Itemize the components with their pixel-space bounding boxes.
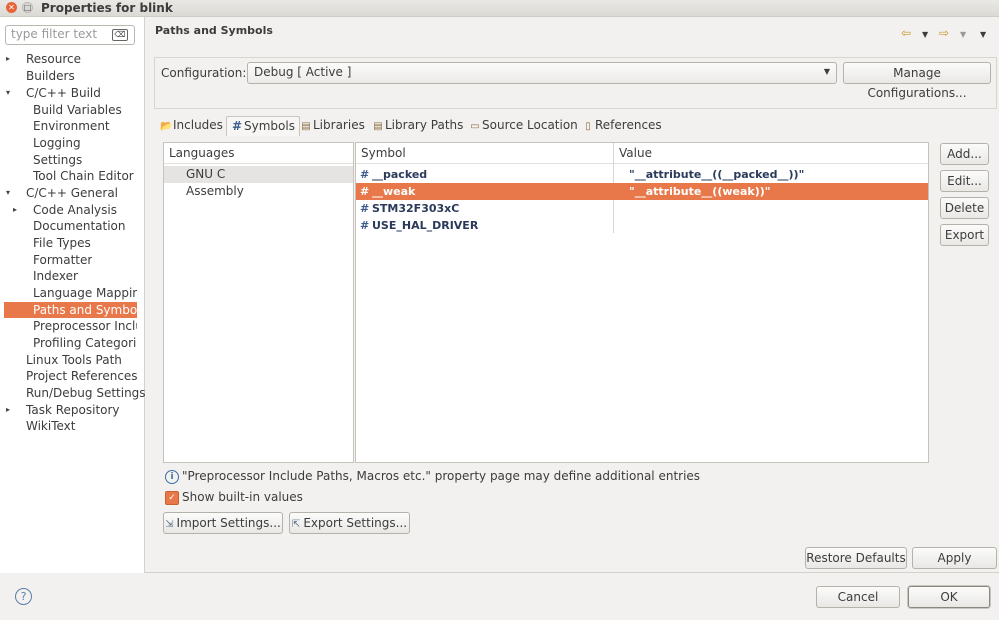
back-menu-chevron-icon[interactable]: ▼ — [922, 28, 928, 42]
expand-arrow-icon[interactable]: ▸ — [6, 51, 10, 67]
table-row-selected[interactable]: # __weak "__attribute__((weak))" — [356, 183, 928, 200]
sidebar-item-documentation[interactable]: Documentation — [33, 218, 126, 234]
minimize-icon[interactable]: □ — [22, 2, 33, 13]
sidebar-item-task-repository[interactable]: Task Repository — [26, 402, 120, 418]
ok-button[interactable]: OK — [908, 586, 990, 608]
export-button[interactable]: Export — [940, 224, 989, 246]
forward-menu-chevron-icon[interactable]: ▼ — [960, 28, 966, 42]
window-title: Properties for blink — [41, 1, 173, 15]
includes-icon: 📂 — [160, 121, 173, 132]
list-item-assembly[interactable]: Assembly — [164, 183, 353, 200]
manage-configurations-button[interactable]: Manage Configurations... — [843, 62, 991, 100]
chevron-down-icon: ▼ — [823, 67, 830, 76]
tab-libraries[interactable]: ▤ Libraries — [300, 116, 365, 135]
back-arrow-icon[interactable]: ⇦ — [901, 26, 911, 40]
sidebar-item-builders[interactable]: Builders — [26, 68, 75, 84]
references-icon: ▯ — [585, 121, 591, 132]
expand-arrow-icon[interactable]: ▸ — [6, 402, 10, 418]
clear-filter-icon[interactable]: ⌫ — [112, 29, 128, 41]
show-builtin-checkbox[interactable]: ✓ — [165, 491, 179, 505]
sidebar-item-code-analysis[interactable]: Code Analysis — [33, 202, 117, 218]
libraries-icon: ▤ — [301, 121, 311, 132]
tab-includes[interactable]: 📂Includes — [160, 116, 223, 135]
tab-library-paths[interactable]: ▤ Library Paths — [372, 116, 463, 135]
add-button[interactable]: Add... — [940, 143, 989, 165]
folder-icon: ▭ — [470, 121, 480, 132]
collapse-arrow-icon[interactable]: ▾ — [6, 185, 10, 201]
languages-header: Languages — [164, 143, 353, 164]
sidebar-item-run-debug-settings[interactable]: Run/Debug Settings — [26, 385, 146, 401]
filter-field[interactable]: ⌫ — [5, 25, 135, 45]
info-text: "Preprocessor Include Paths, Macros etc.… — [182, 469, 701, 483]
hash-icon: # — [360, 185, 370, 198]
table-header: Symbol Value — [356, 143, 928, 164]
edit-button[interactable]: Edit... — [940, 170, 989, 192]
tab-symbols[interactable]: # Symbols — [226, 116, 300, 136]
sidebar-item-cpp-build[interactable]: C/C++ Build — [26, 85, 101, 101]
divider — [145, 572, 999, 573]
sidebar-item-formatter[interactable]: Formatter — [33, 252, 92, 268]
sidebar-item-build-variables[interactable]: Build Variables — [33, 102, 122, 118]
help-icon[interactable]: ? — [15, 588, 32, 605]
sidebar-item-language-mapping[interactable]: Language Mapping — [33, 285, 137, 301]
view-menu-chevron-icon[interactable]: ▼ — [980, 28, 986, 42]
hash-icon: # — [231, 119, 243, 133]
configuration-select[interactable]: Debug [ Active ] ▼ — [247, 62, 837, 84]
hash-icon: # — [360, 219, 370, 232]
sidebar: ⌫ ▸ Resource Builders ▾ C/C++ Build Buil… — [0, 17, 146, 573]
cancel-button[interactable]: Cancel — [816, 586, 900, 608]
column-header-symbol[interactable]: Symbol — [361, 146, 406, 160]
table-row[interactable]: # __packed "__attribute__((__packed__))" — [356, 166, 928, 183]
show-builtin-label[interactable]: Show built-in values — [182, 490, 303, 504]
hash-icon: # — [360, 168, 370, 181]
import-settings-button[interactable]: ⇲ Import Settings... — [163, 512, 283, 534]
hash-icon: # — [360, 202, 370, 215]
filter-input[interactable] — [6, 26, 111, 42]
sidebar-item-preprocessor-include[interactable]: Preprocessor Include — [33, 318, 137, 334]
sidebar-item-resource[interactable]: Resource — [26, 51, 81, 67]
sidebar-item-paths-and-symbols[interactable]: Paths and Symbols — [33, 302, 137, 318]
delete-button[interactable]: Delete — [940, 197, 989, 219]
sidebar-item-settings[interactable]: Settings — [33, 152, 82, 168]
column-header-value[interactable]: Value — [619, 146, 652, 160]
info-icon: i — [165, 470, 179, 484]
list-item-gnu-c[interactable]: GNU C — [164, 166, 353, 183]
export-settings-button[interactable]: ⇱ Export Settings... — [289, 512, 410, 534]
tab-references[interactable]: ▯ References — [582, 116, 661, 135]
sidebar-item-profiling-categories[interactable]: Profiling Categories — [33, 335, 137, 351]
sidebar-item-environment[interactable]: Environment — [33, 118, 110, 134]
symbols-table: Symbol Value # __packed "__attribute__((… — [355, 142, 929, 463]
sidebar-item-file-types[interactable]: File Types — [33, 235, 91, 251]
languages-list: Languages GNU C Assembly — [163, 142, 354, 463]
tab-source-location[interactable]: ▭ Source Location — [469, 116, 578, 135]
table-row[interactable]: # STM32F303xC — [356, 200, 928, 217]
sidebar-item-tool-chain-editor[interactable]: Tool Chain Editor — [33, 168, 134, 184]
sidebar-item-logging[interactable]: Logging — [33, 135, 81, 151]
configuration-value: Debug [ Active ] — [254, 65, 352, 79]
close-icon[interactable]: ✕ — [6, 2, 17, 13]
sidebar-item-linux-tools-path[interactable]: Linux Tools Path — [26, 352, 122, 368]
sidebar-item-cpp-general[interactable]: C/C++ General — [26, 185, 118, 201]
export-icon: ⇱ — [291, 519, 301, 530]
table-row[interactable]: # USE_HAL_DRIVER — [356, 217, 928, 234]
page-title: Paths and Symbols — [155, 24, 273, 37]
forward-arrow-icon[interactable]: ⇨ — [939, 26, 949, 40]
title-bar: ✕ □ Properties for blink — [0, 0, 999, 17]
sidebar-item-indexer[interactable]: Indexer — [33, 268, 78, 284]
import-icon: ⇲ — [165, 519, 174, 530]
configuration-label: Configuration: — [161, 66, 247, 80]
sidebar-item-wikitext[interactable]: WikiText — [26, 418, 76, 434]
collapse-arrow-icon[interactable]: ▾ — [6, 85, 10, 101]
apply-button[interactable]: Apply — [912, 547, 997, 569]
sidebar-item-project-references[interactable]: Project References — [26, 368, 138, 384]
expand-arrow-icon[interactable]: ▸ — [13, 202, 17, 218]
library-paths-icon: ▤ — [373, 121, 383, 132]
restore-defaults-button[interactable]: Restore Defaults — [805, 547, 907, 569]
